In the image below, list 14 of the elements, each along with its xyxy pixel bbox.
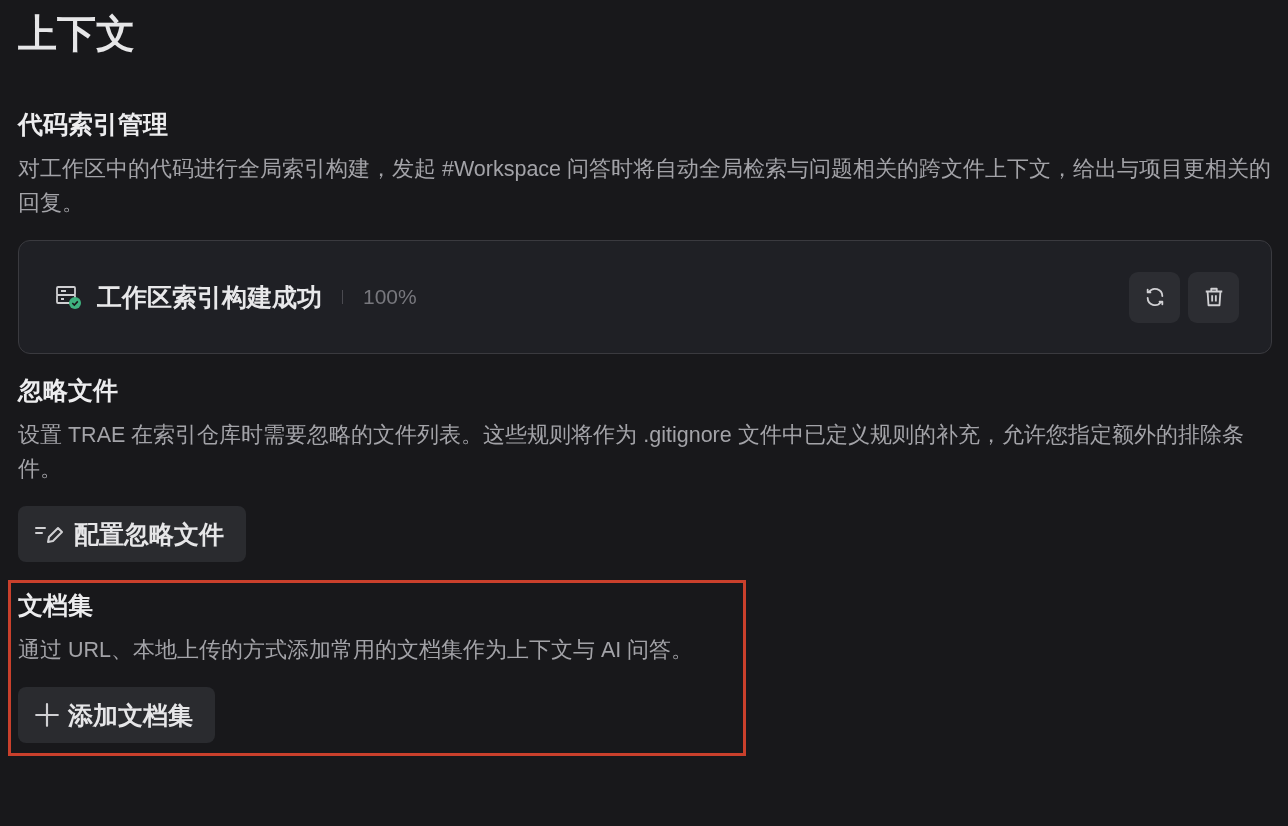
- section-description: 通过 URL、本地上传的方式添加常用的文档集作为上下文与 AI 问答。: [18, 637, 695, 664]
- section-description: 设置 TRAE 在索引仓库时需要忽略的文件列表。这些规则将作为 .gitignore 文件中已定义规则的补充，允许您指定额外的排除条件。: [18, 422, 1245, 483]
- status-label: 工作区索引构建成功: [97, 281, 322, 313]
- add-button[interactable]: 添加文档集: [18, 687, 215, 743]
- section-heading: 代码索引管理: [18, 109, 169, 140]
- delete-button[interactable]: [1188, 271, 1239, 323]
- section-heading: 忽略文件: [18, 375, 119, 406]
- plus-icon: [34, 702, 60, 728]
- section-heading: 文档集: [18, 590, 94, 621]
- progress-percent: 100%: [363, 285, 417, 309]
- page-title: 上下文: [18, 11, 136, 57]
- section-description: 对工作区中的代码进行全局索引构建，发起 #Workspace 问答时将自动全局检索与问题相关的跨文件上下文，给出与项目更相关的回复。: [18, 156, 1273, 217]
- refresh-button[interactable]: [1129, 271, 1180, 323]
- configure-button[interactable]: 配置忽略文件: [18, 506, 246, 562]
